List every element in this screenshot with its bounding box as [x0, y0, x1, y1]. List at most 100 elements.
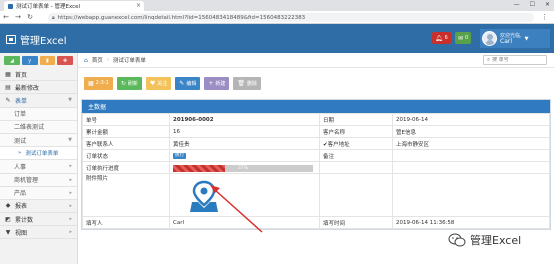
- sidebar-item-label: 商机管理: [14, 177, 39, 185]
- chevron-right-icon: ▸: [69, 229, 72, 236]
- sidebar-item-label: 首页: [15, 71, 28, 79]
- sidebar-item-hr[interactable]: 人事 ▸: [0, 160, 77, 174]
- sidebar-item-views[interactable]: ▼ 视图 ▸: [0, 226, 77, 240]
- sidebar-item-opportunities[interactable]: 商机管理 ▸: [0, 173, 77, 187]
- field-label: 订单执行进度: [82, 161, 170, 174]
- field-value: 201906-0002: [169, 113, 320, 126]
- field-value: 黄佳贵: [169, 137, 320, 150]
- notification-count: 6: [444, 35, 448, 41]
- breadcrumb: ⌂ 首页 › 测试订单表单 ⌕: [78, 53, 554, 68]
- sidebar-item-cumulative[interactable]: ◩ 累计数 ▸: [0, 213, 77, 227]
- chevron-down-icon: ▼: [68, 97, 72, 104]
- new-button[interactable]: + 新建: [204, 76, 230, 90]
- field-label: 累计金额: [82, 125, 170, 138]
- trash-icon: 🗑︎: [237, 79, 245, 87]
- field-value: 2019-06-14 11:36:58: [392, 216, 550, 229]
- settings-shortcut-button[interactable]: ✥: [57, 56, 73, 65]
- edit-button[interactable]: ✎ 编辑: [175, 76, 201, 90]
- home-icon: ⌂: [84, 56, 88, 64]
- sidebar-item-label: 测试: [14, 137, 27, 145]
- chevron-right-icon: ▸: [69, 216, 72, 223]
- table-row: 附件照片: [82, 173, 550, 217]
- workflow-button[interactable]: ▦ 2-3-1: [84, 76, 113, 90]
- sidebar-item-label: 测试订单表单: [25, 151, 59, 158]
- sidebar-item-label: 报表: [15, 203, 28, 211]
- sidebar-item-label: 二维表测试: [14, 124, 45, 132]
- notification-button[interactable]: 🔔︎ 6: [432, 32, 451, 44]
- sidebar-item-forms[interactable]: ✎ 表单 ▼: [0, 94, 77, 108]
- sidebar-item-test[interactable]: 测试 ▼: [0, 133, 77, 148]
- field-value: [392, 149, 550, 162]
- chart-shortcut-button[interactable]: ◢: [4, 56, 20, 65]
- code-shortcut-button[interactable]: ｙ: [21, 56, 38, 65]
- sidebar-item-reports[interactable]: ◆ 报表 ▸: [0, 200, 77, 214]
- reload-icon[interactable]: ↻: [24, 13, 36, 21]
- search-input[interactable]: [492, 57, 545, 63]
- address-bar-row: ← → ↻ 🔒︎ https://webapp.guanexcel.com/li…: [0, 11, 554, 24]
- sidebar-item-recent[interactable]: ▤ 最新修改: [0, 81, 77, 95]
- sidebar-item-home[interactable]: ▦ 首页: [0, 68, 77, 82]
- dashboard-icon: ▦: [5, 70, 11, 78]
- field-value: [392, 161, 550, 174]
- window-maximize-button[interactable]: ☐: [530, 1, 535, 8]
- search-box[interactable]: ⌕: [483, 55, 547, 65]
- chevron-down-icon: ▼: [68, 137, 72, 144]
- attachment-cell: [169, 173, 320, 217]
- bell-icon: 🔔︎: [435, 34, 443, 42]
- breadcrumb-separator-icon: ›: [106, 57, 109, 63]
- sidebar: ◢ ｙ ▮ ✥ ▦ 首页 ▤ 最新修改 ✎ 表单 ▼ 订单 二维表测试 测试 ▼…: [0, 53, 78, 264]
- plus-icon: +: [208, 79, 214, 87]
- master-data-table: 单号 201906-0002 日期 2019-06-14 累计金额 16 客户名…: [82, 113, 550, 229]
- user-welcome: 欢迎光临,: [500, 32, 522, 39]
- forward-icon[interactable]: →: [12, 13, 24, 21]
- browser-menu-icon[interactable]: ⋮: [541, 13, 548, 21]
- sidebar-item-label: 人事: [14, 163, 27, 171]
- progress-bar: 37%: [173, 164, 313, 172]
- chevron-right-icon: ▸: [69, 202, 72, 209]
- table-row: 单号 201906-0002 日期 2019-06-14: [82, 113, 550, 126]
- browser-tab-strip: 测试订单表单 - 管理Excel × — ☐ ✕: [0, 0, 554, 11]
- app-title[interactable]: 管理Excel: [6, 32, 67, 47]
- field-value: [392, 173, 550, 217]
- sidebar-item-test-order-form[interactable]: » 测试订单表单: [0, 147, 77, 161]
- app-logo-icon: [6, 35, 16, 44]
- table-row: 累计金额 16 客户名称 管E信息: [82, 125, 550, 138]
- user-shortcut-button[interactable]: ▮: [39, 56, 56, 65]
- field-label: [319, 173, 393, 217]
- sidebar-quick-buttons: ◢ ｙ ▮ ✥: [0, 53, 77, 68]
- lock-icon: 🔒︎: [52, 14, 55, 21]
- master-data-panel: 主数据 单号 201906-0002 日期 2019-06-14 累计金额 16…: [81, 99, 551, 230]
- app-title-text: 管理Excel: [20, 36, 67, 47]
- table-row: 填写人 Carl 填写时间 2019-06-14 11:36:58: [82, 216, 550, 229]
- sidebar-item-orders[interactable]: 订单: [0, 107, 77, 121]
- sidebar-item-products[interactable]: 产品 ▸: [0, 186, 77, 200]
- field-value: 上海市静安区: [392, 137, 550, 150]
- envelope-icon: ✉: [458, 34, 464, 42]
- sidebar-item-label: 表单: [15, 97, 28, 105]
- back-icon[interactable]: ←: [0, 13, 12, 21]
- user-menu[interactable]: 欢迎光临, Carl ▼: [480, 29, 550, 48]
- close-tab-icon[interactable]: ×: [136, 2, 141, 9]
- refresh-button[interactable]: ↻ 刷新: [116, 76, 142, 90]
- map-pin-icon[interactable]: [189, 180, 219, 214]
- field-label: 填写人: [82, 216, 170, 229]
- field-label: 备注: [319, 149, 393, 162]
- sidebar-item-label: 最新修改: [15, 84, 40, 92]
- browser-tab[interactable]: 测试订单表单 - 管理Excel ×: [4, 1, 144, 11]
- grid-icon: ▦: [88, 79, 94, 87]
- table-row: 订单执行进度 37%: [82, 161, 550, 174]
- message-button[interactable]: ✉ 0: [455, 32, 472, 44]
- follow-button[interactable]: ♥ 关注: [145, 76, 172, 90]
- window-close-button[interactable]: ✕: [545, 1, 550, 8]
- field-label: 客户联系人: [82, 137, 170, 150]
- url-field[interactable]: 🔒︎ https://webapp.guanexcel.com/linqdeta…: [48, 13, 534, 22]
- window-minimize-button[interactable]: —: [514, 1, 520, 8]
- sidebar-item-2d-table-test[interactable]: 二维表测试: [0, 120, 77, 134]
- table-row: 客户联系人 黄佳贵 ✔客户地址 上海市静安区: [82, 137, 550, 150]
- filter-icon: ▼: [5, 228, 11, 236]
- delete-button[interactable]: 🗑︎ 删除: [233, 76, 262, 90]
- breadcrumb-home-link[interactable]: 首页: [92, 56, 103, 64]
- field-value: 16: [169, 125, 320, 138]
- search-icon: ⌕: [487, 56, 491, 63]
- pencil-icon: ✎: [5, 96, 11, 104]
